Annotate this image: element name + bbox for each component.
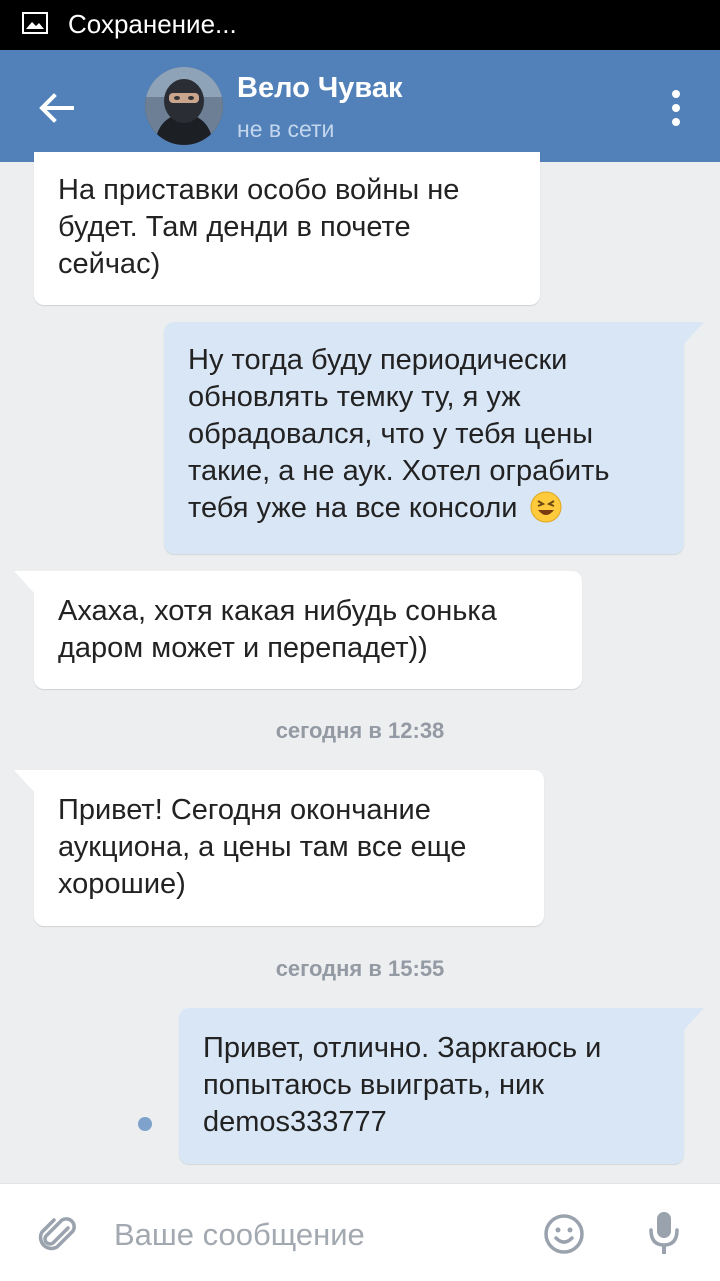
paperclip-icon[interactable]: [36, 1212, 78, 1254]
status-text: Сохранение...: [68, 9, 237, 39]
message-incoming[interactable]: Привет! Сегодня окончание аукциона, а це…: [14, 770, 544, 926]
message-text: На приставки особо войны не будет. Там д…: [58, 174, 460, 280]
message-incoming[interactable]: Ахаха, хотя какая нибудь сонька даром мо…: [14, 571, 582, 689]
message-outgoing[interactable]: Ну тогда буду периодически обновлять тем…: [164, 322, 704, 554]
chat-header: Вело Чувак не в сети: [0, 50, 720, 162]
message-incoming[interactable]: На приставки особо войны не будет. Там д…: [34, 152, 540, 305]
time-separator: сегодня в 12:38: [275, 718, 445, 743]
message-input[interactable]: [112, 1204, 516, 1266]
contact-status: не в сети: [237, 116, 335, 142]
message-composer: [0, 1183, 720, 1281]
contact-name[interactable]: Вело Чувак: [237, 72, 402, 105]
status-bar: Сохранение...: [0, 0, 720, 50]
mic-icon[interactable]: [648, 1210, 680, 1256]
message-text: Привет! Сегодня окончание аукциона, а це…: [58, 794, 467, 900]
avatar[interactable]: [145, 67, 223, 145]
message-outgoing[interactable]: Привет, отлично. Заркгаюсь и попытаюсь в…: [179, 1008, 704, 1164]
back-arrow-icon[interactable]: [34, 86, 78, 130]
laughing-emoji-icon: [530, 491, 562, 533]
smile-icon[interactable]: [543, 1213, 585, 1255]
time-separator: сегодня в 15:55: [275, 956, 445, 981]
more-vert-icon[interactable]: [662, 86, 690, 130]
message-text: Ахаха, хотя какая нибудь сонька даром мо…: [58, 595, 497, 664]
unread-indicator: [138, 1117, 152, 1131]
image-icon: [22, 12, 48, 34]
message-text: Привет, отлично. Заркгаюсь и попытаюсь в…: [203, 1032, 602, 1138]
